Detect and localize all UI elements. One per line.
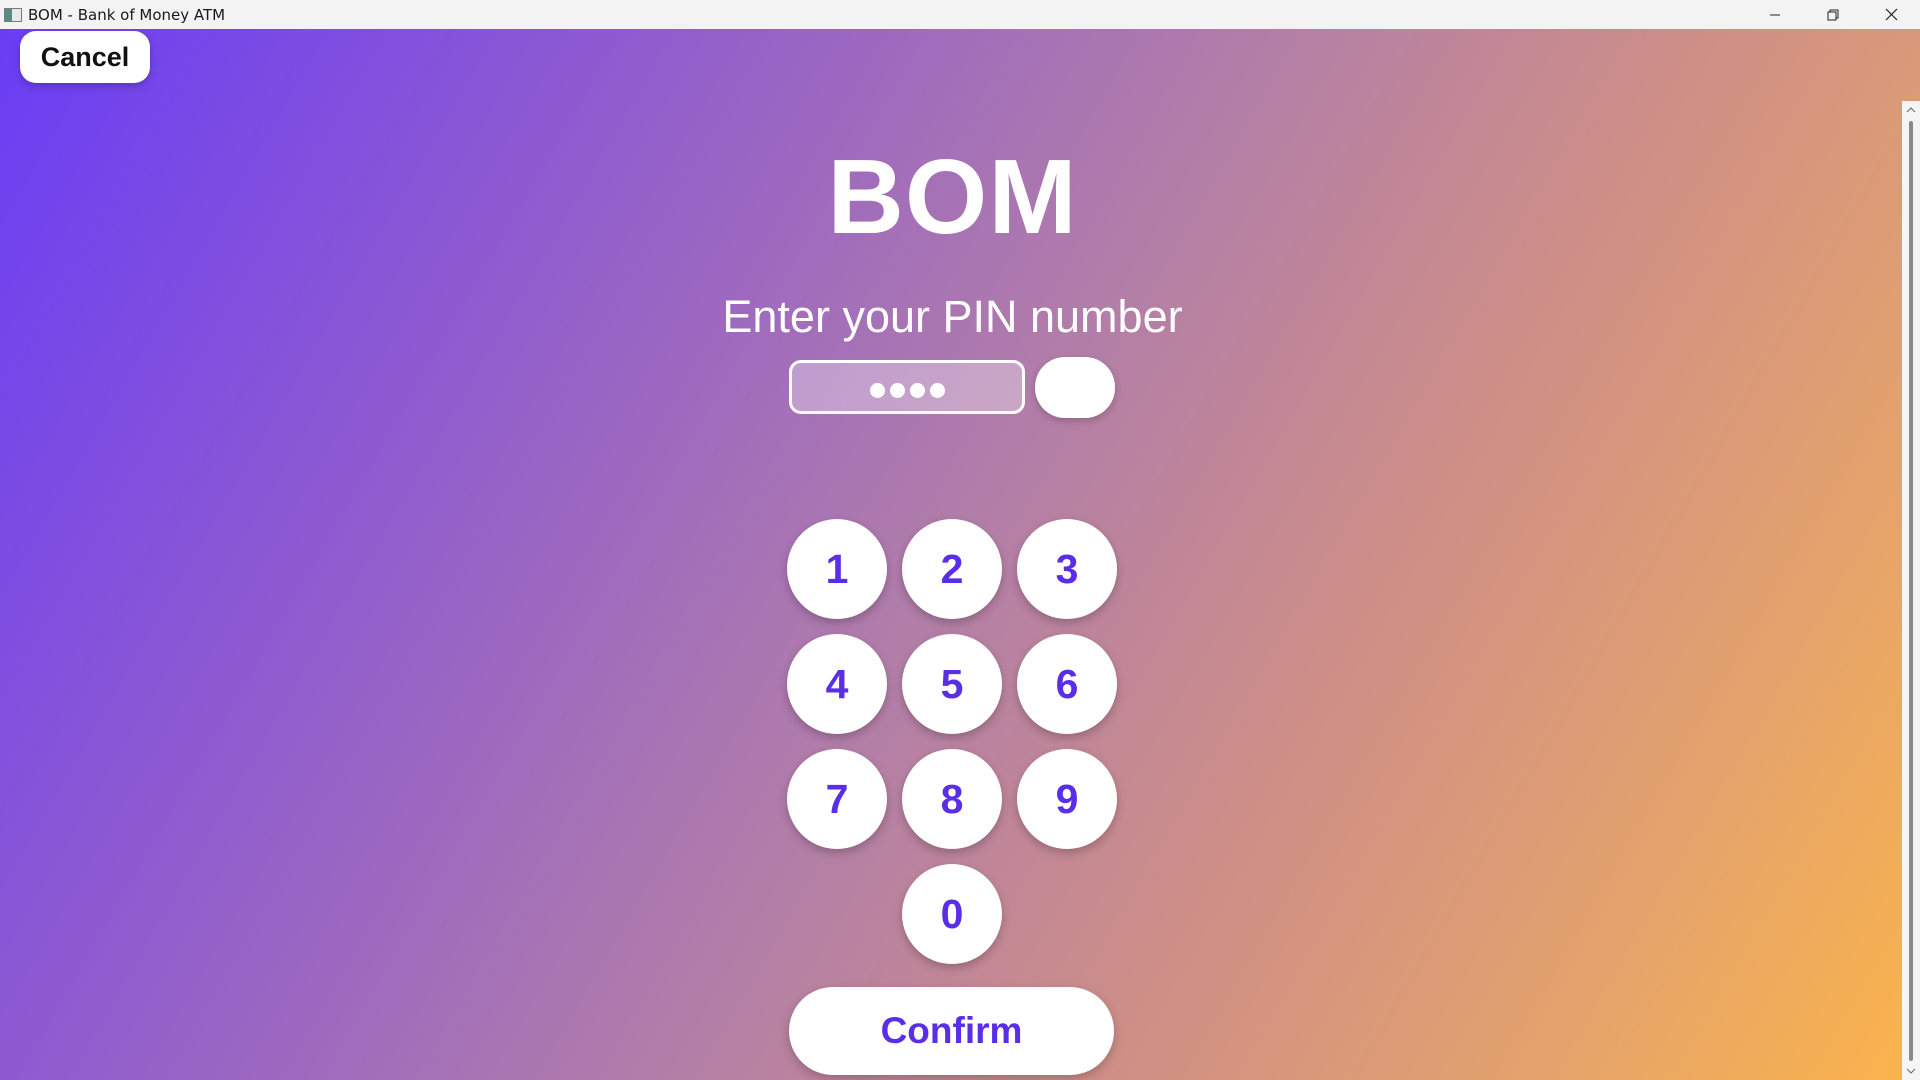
scroll-thumb[interactable] — [1909, 121, 1913, 1061]
keypad-key-8[interactable]: 8 — [902, 749, 1002, 849]
window-controls — [1746, 0, 1920, 29]
keypad-key-5[interactable]: 5 — [902, 634, 1002, 734]
atm-window: BOM - Bank of Money ATM Cancel BOM Enter… — [0, 0, 1920, 1080]
close-button[interactable] — [1862, 0, 1920, 29]
window-title: BOM - Bank of Money ATM — [28, 5, 226, 24]
atm-screen: Cancel BOM Enter your PIN number 123 456 7… — [0, 29, 1920, 1080]
minimize-icon — [1770, 14, 1780, 15]
scroll-down-arrow-icon[interactable] — [1902, 1062, 1920, 1080]
pin-input[interactable] — [789, 360, 1025, 414]
cancel-button[interactable]: Cancel — [20, 31, 150, 83]
keypad-key-3[interactable]: 3 — [1017, 519, 1117, 619]
app-icon — [4, 7, 22, 22]
keypad-key-6[interactable]: 6 — [1017, 634, 1117, 734]
pin-dot — [869, 382, 885, 398]
keypad-key-0[interactable]: 0 — [902, 864, 1002, 964]
pin-dot — [929, 382, 945, 398]
confirm-button[interactable]: Confirm — [789, 987, 1114, 1075]
keypad-key-2[interactable]: 2 — [902, 519, 1002, 619]
keypad-key-1[interactable]: 1 — [787, 519, 887, 619]
scroll-up-arrow-icon[interactable] — [1902, 101, 1920, 119]
pin-mask — [869, 382, 945, 398]
pin-dot — [889, 382, 905, 398]
title-bar: BOM - Bank of Money ATM — [0, 0, 1920, 30]
keypad-key-4[interactable]: 4 — [787, 634, 887, 734]
keypad-key-7[interactable]: 7 — [787, 749, 887, 849]
restore-icon — [1827, 9, 1839, 20]
brand-title: BOM — [827, 138, 1078, 256]
minimize-button[interactable] — [1746, 0, 1804, 29]
pin-prompt: Enter your PIN number — [722, 291, 1183, 342]
pin-visibility-toggle[interactable] — [1035, 357, 1115, 418]
keypad-key-9[interactable]: 9 — [1017, 749, 1117, 849]
pin-dot — [909, 382, 925, 398]
restore-button[interactable] — [1804, 0, 1862, 29]
vertical-scrollbar[interactable] — [1902, 101, 1920, 1080]
close-icon — [1885, 8, 1897, 21]
